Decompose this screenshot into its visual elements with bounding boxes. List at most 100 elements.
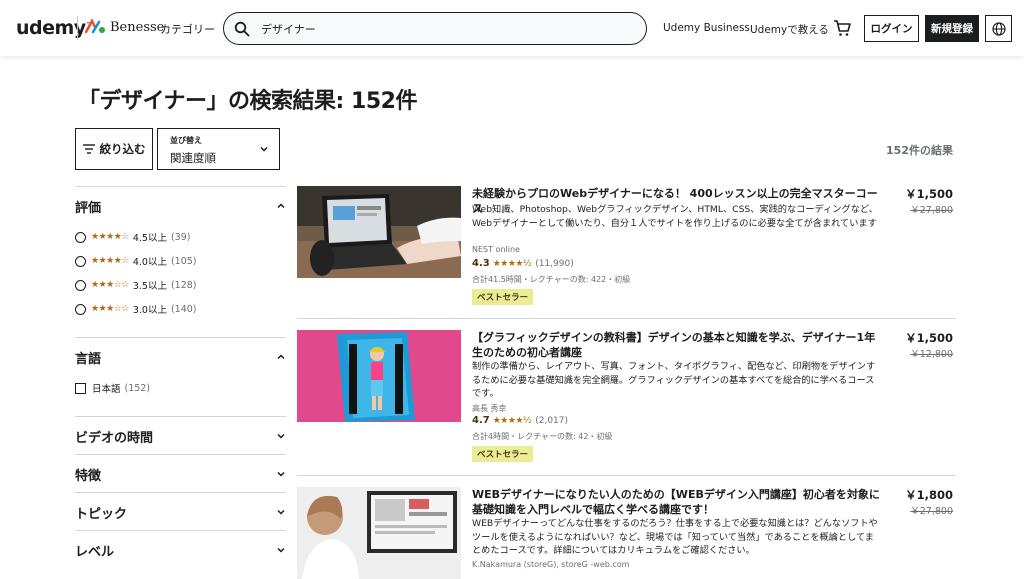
benesse-logo[interactable]: Benesse — [84, 18, 164, 36]
topic-filter-header[interactable]: トピック — [75, 493, 286, 531]
review-count: (2,017) — [535, 415, 569, 426]
rating-value: 4.7 — [472, 415, 490, 426]
original-price: ￥27,800 — [910, 506, 953, 517]
teach-on-udemy-link[interactable]: Udemyで教える — [750, 22, 829, 37]
course-title[interactable]: 【グラフィックデザインの教科書】デザインの基本と知識を学ぶ、デザイナー1年生のた… — [472, 330, 882, 360]
globe-icon — [991, 21, 1006, 36]
features-filter-header[interactable]: 特徴 — [75, 455, 286, 493]
course-thumbnail[interactable] — [297, 487, 461, 579]
radio-button[interactable] — [75, 231, 86, 243]
categories-link[interactable]: カテゴリー — [160, 21, 215, 37]
course-description: 制作の準備から、レイアウト、写真、フォント、タイポグラフィ、配色など、印刷物をデ… — [472, 361, 876, 399]
signup-button[interactable]: 新規登録 — [925, 15, 979, 42]
radio-button[interactable] — [75, 255, 86, 267]
rating-filter-section: 評価 ★★★★☆ 4.5以上 (39) ★★★★☆ 4.0以上 (105) ★★… — [75, 186, 286, 321]
chevron-down-icon — [277, 547, 285, 553]
rating-value: 4.3 — [472, 258, 490, 269]
bestseller-badge: ベストセラー — [472, 446, 534, 462]
login-button[interactable]: ログイン — [864, 15, 919, 42]
rating-option-label: 4.0以上 — [132, 257, 167, 268]
course-card[interactable]: 【グラフィックデザインの教科書】デザインの基本と知識を学ぶ、デザイナー1年生のた… — [297, 330, 957, 465]
logo-divider — [77, 16, 78, 40]
rating-option-count: (105) — [170, 255, 197, 267]
search-icon[interactable] — [234, 21, 250, 37]
language-filter-title: 言語 — [75, 351, 102, 367]
radio-button[interactable] — [75, 303, 86, 315]
rating-option-label: 3.5以上 — [132, 281, 167, 292]
result-count: 152件の結果 — [886, 144, 953, 157]
video-length-filter-title: ビデオの時間 — [75, 430, 154, 446]
udemy-logo[interactable]: udemy™ — [16, 17, 92, 39]
language-filter-section: 言語 日本語 (152) — [75, 337, 286, 400]
course-thumbnail[interactable] — [297, 330, 461, 422]
course-meta: 合計4時間・レクチャーの数: 42・初級 — [472, 432, 613, 441]
level-filter-header[interactable]: レベル — [75, 531, 286, 569]
sort-label: 並び替え — [170, 136, 202, 145]
checkbox[interactable] — [75, 382, 86, 394]
rating-option-4-5[interactable]: ★★★★☆ 4.5以上 (39) — [75, 225, 286, 249]
star-rating-icon: ★★★★½ — [492, 258, 532, 269]
language-option-count: (152) — [124, 382, 151, 394]
rating-option-label: 3.0以上 — [132, 305, 167, 316]
rating-option-count: (140) — [170, 303, 197, 315]
original-price: ￥12,800 — [910, 349, 953, 360]
rating-option-label: 4.5以上 — [132, 233, 167, 244]
chevron-down-icon — [277, 433, 285, 439]
chevron-up-icon — [277, 203, 285, 209]
rating-option-count: (39) — [170, 231, 191, 243]
chevron-down-icon — [277, 509, 285, 515]
course-title[interactable]: WEBデザイナーになりたい人のための【WEBデザイン入門講座】初心者を対象に基礎… — [472, 487, 882, 517]
chevron-down-icon — [260, 146, 268, 152]
course-rating: 4.3 ★★★★½ (11,990) — [472, 258, 574, 269]
benesse-name: Benesse — [110, 19, 165, 35]
search-bar[interactable] — [223, 12, 647, 45]
top-header: udemy™ Benesse カテゴリー Udemy Business Udem… — [0, 0, 1024, 56]
udemy-business-link[interactable]: Udemy Business — [663, 22, 750, 34]
course-description: WEBデザイナーってどんな仕事をするのだろう？仕事をする上で必要な知識とは？どん… — [472, 518, 878, 556]
language-option-japanese[interactable]: 日本語 (152) — [75, 376, 286, 400]
filter-icon — [82, 144, 95, 154]
course-thumbnail[interactable] — [297, 186, 461, 278]
divider — [297, 475, 956, 476]
star-rating-icon: ★★★★☆ — [91, 256, 129, 266]
video-length-filter-section[interactable]: ビデオの時間 — [75, 416, 286, 455]
course-author: NEST online — [472, 245, 520, 254]
chevron-down-icon — [277, 471, 285, 477]
filter-button[interactable]: 絞り込む — [75, 128, 153, 170]
video-length-filter-header[interactable]: ビデオの時間 — [75, 417, 286, 455]
shopping-cart-icon[interactable] — [832, 18, 852, 38]
language-filter-header[interactable]: 言語 — [75, 338, 286, 376]
rating-filter-title: 評価 — [75, 200, 102, 216]
star-rating-icon: ★★★☆☆ — [91, 304, 129, 314]
search-input[interactable] — [261, 22, 621, 35]
star-rating-icon: ★★★☆☆ — [91, 280, 129, 290]
rating-option-count: (128) — [170, 279, 197, 291]
benesse-mark-icon — [84, 18, 105, 34]
bestseller-badge: ベストセラー — [472, 289, 534, 305]
course-author: K.Nakamura (storeG), storeG -web.com — [472, 560, 630, 569]
original-price: ￥27,800 — [910, 205, 953, 216]
course-card[interactable]: 未経験からプロのWebデザイナーになる！ 400レッスン以上の完全マスターコース… — [297, 186, 957, 316]
page-title: 「デザイナー」の検索結果: 152件 — [78, 89, 417, 114]
topic-filter-section[interactable]: トピック — [75, 492, 286, 531]
rating-filter-header[interactable]: 評価 — [75, 187, 286, 225]
rating-option-4-0[interactable]: ★★★★☆ 4.0以上 (105) — [75, 249, 286, 273]
divider — [297, 318, 956, 319]
language-option-label: 日本語 — [92, 384, 121, 395]
features-filter-section[interactable]: 特徴 — [75, 454, 286, 493]
sort-select[interactable]: 並び替え 関連度順 — [157, 128, 280, 170]
language-button[interactable] — [985, 15, 1012, 42]
rating-option-3-5[interactable]: ★★★☆☆ 3.5以上 (128) — [75, 273, 286, 297]
rating-option-3-0[interactable]: ★★★☆☆ 3.0以上 (140) — [75, 297, 286, 321]
star-rating-icon: ★★★★½ — [492, 415, 532, 426]
star-rating-icon: ★★★★☆ — [91, 232, 129, 242]
course-description: Web知識、Photoshop、Webグラフィックデザイン、HTML、CSS、実… — [472, 204, 878, 229]
course-price: ￥1,500 — [905, 187, 953, 201]
topic-filter-title: トピック — [75, 506, 128, 522]
level-filter-section[interactable]: レベル — [75, 530, 286, 569]
logo-text: udemy — [16, 17, 86, 39]
chevron-up-icon — [277, 354, 285, 360]
course-card[interactable]: WEBデザイナーになりたい人のための【WEBデザイン入門講座】初心者を対象に基礎… — [297, 487, 957, 579]
course-author: 高長 秀幸 — [472, 404, 507, 413]
radio-button[interactable] — [75, 279, 86, 291]
